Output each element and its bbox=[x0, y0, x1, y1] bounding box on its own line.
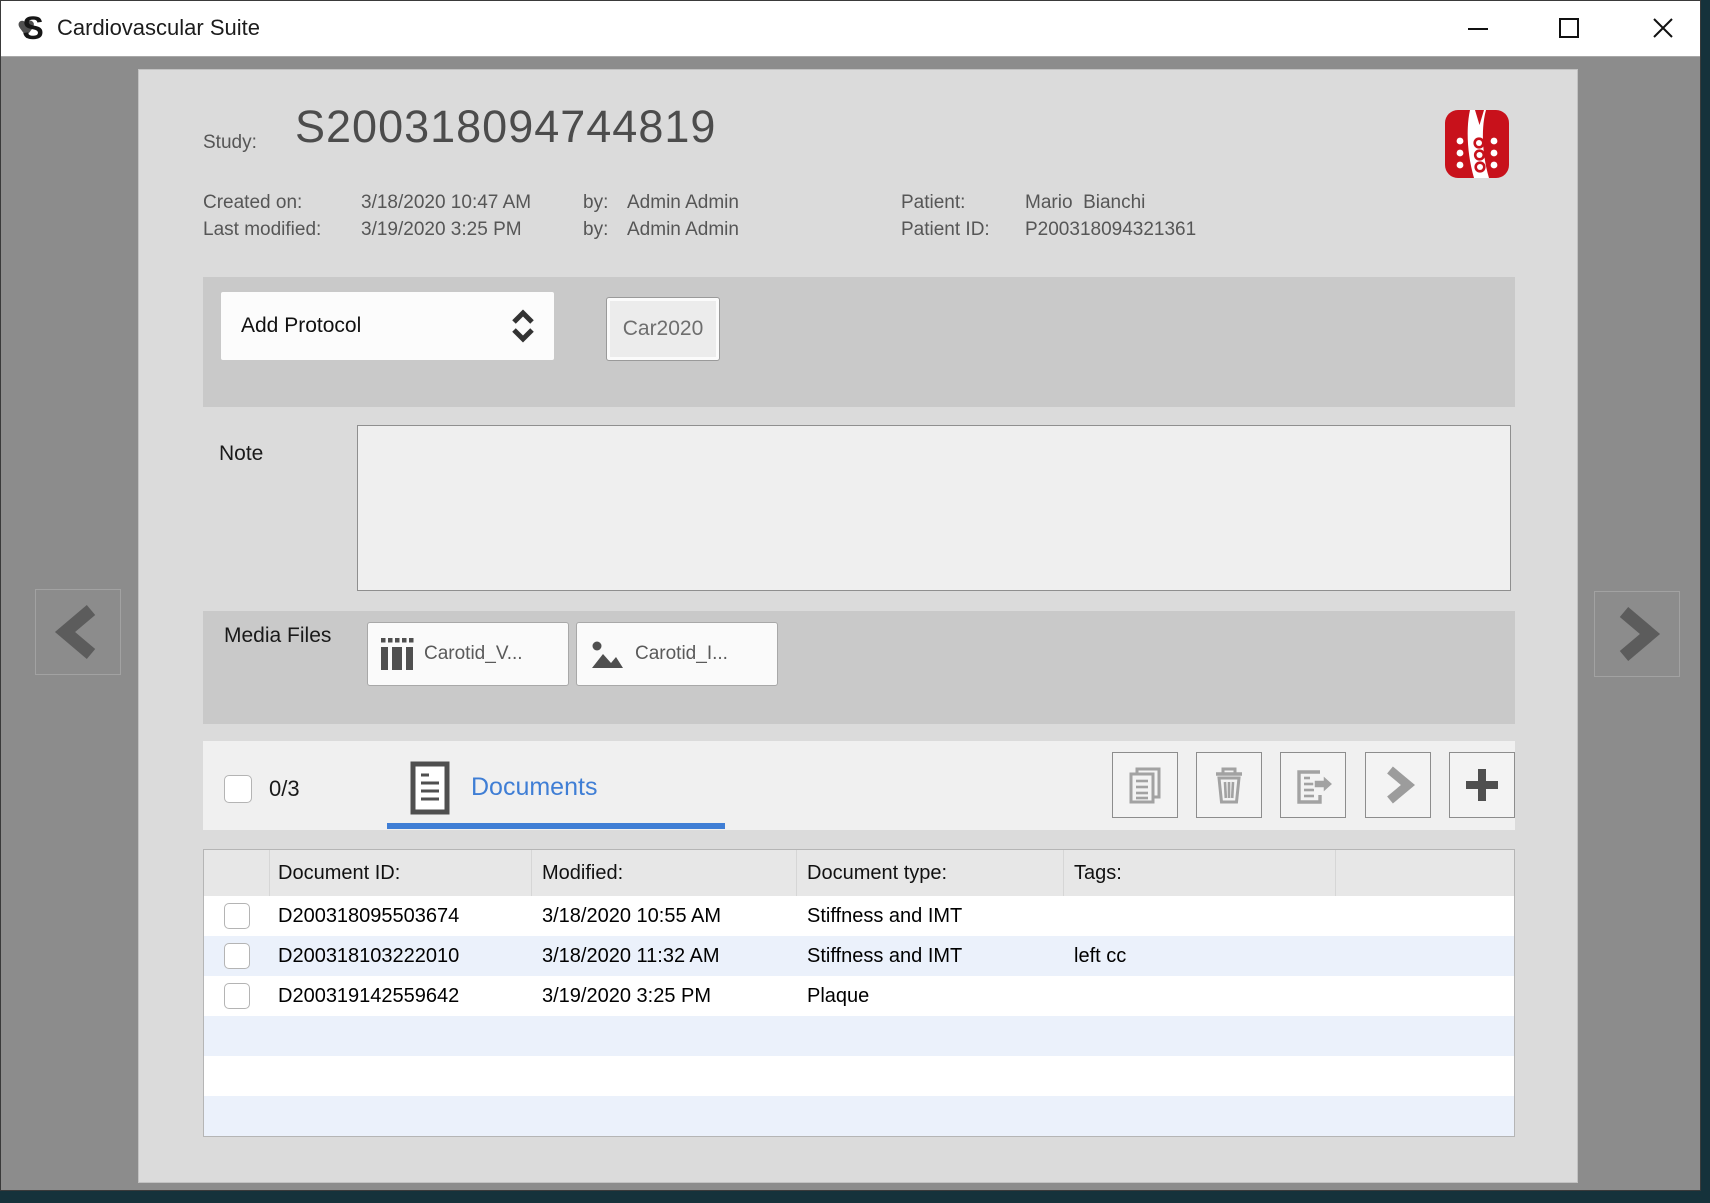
cell-document-type: Stiffness and IMT bbox=[797, 945, 1064, 968]
next-study-button[interactable] bbox=[1594, 591, 1680, 677]
cell-document-id: D200318103222010 bbox=[270, 945, 532, 968]
protocol-section: Add Protocol Car2020 bbox=[203, 277, 1515, 407]
note-input[interactable] bbox=[357, 425, 1511, 591]
header-modified: Modified: bbox=[532, 850, 797, 896]
cell-modified: 3/19/2020 3:25 PM bbox=[532, 985, 797, 1008]
modified-by-label: by: bbox=[583, 219, 608, 241]
select-all-checkbox[interactable] bbox=[224, 775, 252, 803]
table-row-empty bbox=[204, 1056, 1514, 1096]
row-checkbox[interactable] bbox=[224, 983, 250, 1009]
note-label: Note bbox=[219, 442, 263, 466]
study-detail-panel: Study: S200318094744819 Created on: 3/18… bbox=[138, 69, 1578, 1183]
tab-active-underline bbox=[387, 823, 725, 829]
modified-label: Last modified: bbox=[203, 219, 321, 241]
open-document-button[interactable] bbox=[1365, 752, 1431, 818]
created-by-label: by: bbox=[583, 192, 608, 214]
study-label: Study: bbox=[203, 132, 257, 154]
add-icon bbox=[1463, 766, 1501, 804]
chevron-left-icon bbox=[53, 604, 103, 660]
cell-document-type: Stiffness and IMT bbox=[797, 905, 1064, 928]
up-down-chevrons-icon bbox=[510, 309, 536, 343]
row-checkbox[interactable] bbox=[224, 943, 250, 969]
modified-by-value: Admin Admin bbox=[627, 219, 739, 241]
cell-modified: 3/18/2020 10:55 AM bbox=[532, 905, 797, 928]
export-document-button[interactable] bbox=[1280, 752, 1346, 818]
copy-documents-icon bbox=[1125, 765, 1165, 805]
delete-document-button[interactable] bbox=[1196, 752, 1262, 818]
study-id: S200318094744819 bbox=[295, 102, 716, 152]
table-row[interactable]: D200319142559642 3/19/2020 3:25 PM Plaqu… bbox=[204, 976, 1514, 1016]
header-checkbox-column bbox=[204, 850, 270, 896]
photo-icon bbox=[589, 637, 625, 671]
table-header-row: Document ID: Modified: Document type: Ta… bbox=[204, 850, 1514, 896]
patient-name: Mario Bianchi bbox=[1025, 192, 1145, 214]
tab-documents[interactable]: Documents bbox=[471, 773, 597, 802]
table-row[interactable]: D200318103222010 3/18/2020 11:32 AM Stif… bbox=[204, 936, 1514, 976]
minimize-button[interactable] bbox=[1446, 7, 1510, 49]
media-file-name: Carotid_V... bbox=[424, 643, 523, 665]
media-file-name: Carotid_I... bbox=[635, 643, 728, 665]
header-extra-column bbox=[1336, 850, 1512, 896]
patient-id-label: Patient ID: bbox=[901, 219, 990, 241]
documents-header: 0/3 Documents bbox=[203, 741, 1515, 830]
window-title: Cardiovascular Suite bbox=[57, 15, 260, 41]
media-file-video[interactable]: Carotid_V... bbox=[367, 622, 569, 686]
chevron-right-icon bbox=[1381, 766, 1415, 804]
protocol-chip-car2020[interactable]: Car2020 bbox=[606, 297, 720, 361]
cell-document-type: Plaque bbox=[797, 985, 1064, 1008]
media-files-label: Media Files bbox=[224, 624, 331, 648]
header-tags: Tags: bbox=[1064, 850, 1336, 896]
carotid-artery-logo-icon bbox=[1445, 110, 1509, 178]
created-on-value: 3/18/2020 10:47 AM bbox=[361, 192, 531, 214]
add-protocol-label: Add Protocol bbox=[241, 314, 510, 338]
title-bar: ♥S Cardiovascular Suite bbox=[1, 1, 1700, 57]
add-document-button[interactable] bbox=[1449, 752, 1515, 818]
heart-s-logo-icon: ♥S bbox=[17, 12, 44, 44]
table-row[interactable]: D200318095503674 3/18/2020 10:55 AM Stif… bbox=[204, 896, 1514, 936]
patient-label: Patient: bbox=[901, 192, 965, 214]
created-on-label: Created on: bbox=[203, 192, 302, 214]
table-row-empty bbox=[204, 1016, 1514, 1056]
app-window: ♥S Cardiovascular Suite Study: S20031809… bbox=[0, 0, 1701, 1191]
patient-id-value: P200318094321361 bbox=[1025, 219, 1196, 241]
media-file-image[interactable]: Carotid_I... bbox=[576, 622, 778, 686]
cell-modified: 3/18/2020 11:32 AM bbox=[532, 945, 797, 968]
add-protocol-dropdown[interactable]: Add Protocol bbox=[221, 292, 554, 360]
table-row-empty bbox=[204, 1096, 1514, 1136]
selected-count: 0/3 bbox=[269, 776, 300, 802]
row-checkbox[interactable] bbox=[224, 903, 250, 929]
film-strip-icon bbox=[380, 637, 414, 671]
header-document-type: Document type: bbox=[797, 850, 1064, 896]
trash-icon bbox=[1209, 765, 1249, 805]
chevron-right-icon bbox=[1612, 606, 1662, 662]
export-document-icon bbox=[1292, 765, 1334, 805]
cell-document-id: D200319142559642 bbox=[270, 985, 532, 1008]
header-document-id: Document ID: bbox=[270, 850, 532, 896]
documents-table: Document ID: Modified: Document type: Ta… bbox=[203, 849, 1515, 1137]
modified-value: 3/19/2020 3:25 PM bbox=[361, 219, 522, 241]
copy-documents-button[interactable] bbox=[1112, 752, 1178, 818]
maximize-button[interactable] bbox=[1537, 7, 1601, 49]
created-by-value: Admin Admin bbox=[627, 192, 739, 214]
cell-tags: left cc bbox=[1064, 945, 1336, 968]
previous-study-button[interactable] bbox=[35, 589, 121, 675]
document-icon bbox=[410, 761, 450, 815]
cell-document-id: D200318095503674 bbox=[270, 905, 532, 928]
media-files-section: Media Files Carotid_V... bbox=[203, 611, 1515, 724]
close-button[interactable] bbox=[1631, 7, 1695, 49]
